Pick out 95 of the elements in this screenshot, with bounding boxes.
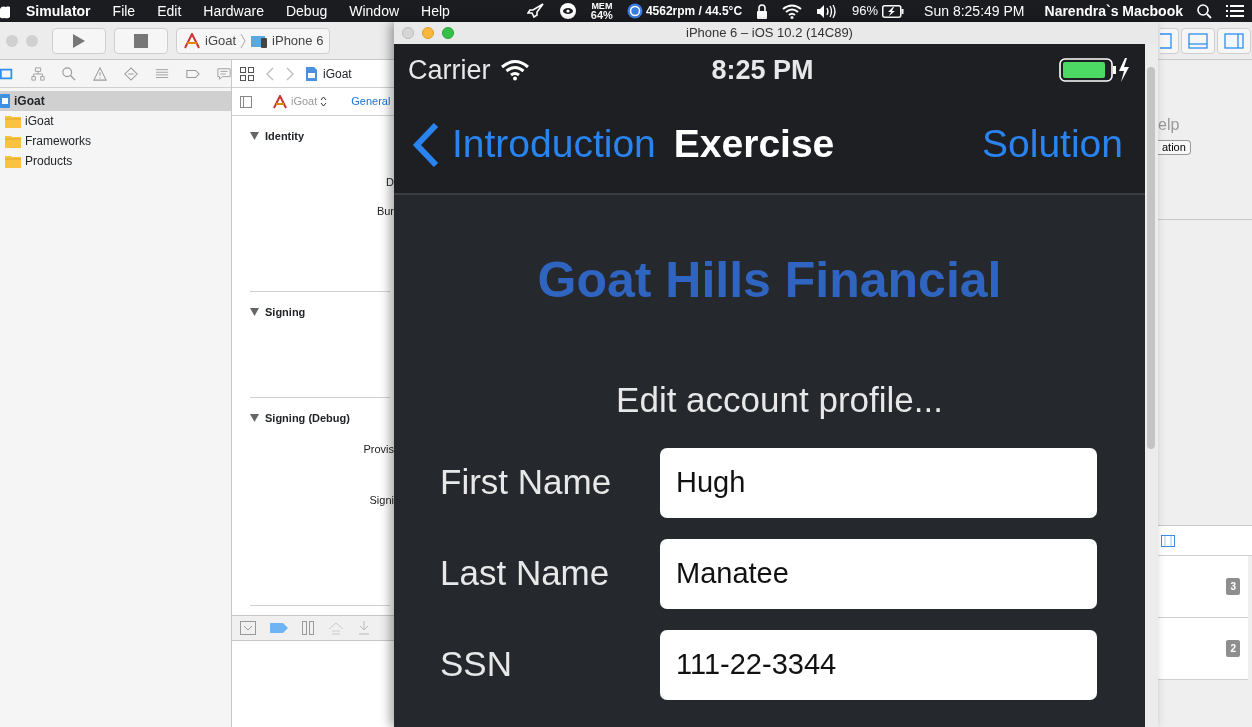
scrollbar-thumb[interactable]: [1147, 67, 1155, 449]
menu-item[interactable]: File: [112, 0, 136, 22]
help-text: elp: [1158, 116, 1181, 134]
memory-label: MEM: [591, 2, 613, 11]
field-label: First Name: [440, 461, 613, 504]
eye-icon[interactable]: [558, 2, 577, 20]
fan-reading: 4562rpm / 44.5°C: [645, 3, 743, 20]
tree-item[interactable]: iGoat: [0, 91, 231, 111]
solution-button[interactable]: Solution: [982, 115, 1123, 174]
field-label: SSN: [440, 643, 513, 686]
navigator-toggle-icon[interactable]: [1160, 32, 1172, 49]
menu-item[interactable]: Hardware: [203, 0, 264, 22]
subheading: Edit account profile...: [615, 379, 944, 421]
hide-debug-icon[interactable]: [240, 621, 256, 635]
app-heading: Goat Hills Financial: [536, 251, 1003, 310]
field-label: Provis: [362, 441, 394, 457]
device-name: iPhone 6: [272, 31, 324, 50]
rocket-icon[interactable]: [526, 3, 545, 19]
field-label: Bur: [375, 204, 394, 219]
sidebar-toggle-icon[interactable]: [240, 95, 252, 108]
wifi-icon: [500, 59, 529, 81]
memory-value: 64%: [590, 11, 613, 20]
stop-icon: [134, 33, 148, 48]
forward-icon[interactable]: [286, 66, 294, 81]
battery-icon: [1059, 57, 1131, 83]
app-icon: [272, 94, 288, 109]
folder-icon: [5, 134, 21, 148]
menu-item[interactable]: Edit: [157, 0, 182, 22]
inspector-toggle-icon[interactable]: [1224, 32, 1244, 49]
comment-icon[interactable]: [217, 65, 231, 82]
menu-icon[interactable]: [1226, 4, 1244, 18]
window-zoom-button[interactable]: [442, 27, 454, 39]
warning-icon[interactable]: [93, 65, 107, 82]
window-title: iPhone 6 – iOS 10.2 (14C89): [686, 24, 853, 43]
back-button[interactable]: Introduction: [412, 115, 656, 174]
field-label: Signi: [368, 493, 394, 508]
project-file-icon: [0, 94, 10, 108]
step-into-icon[interactable]: [358, 621, 370, 635]
tab[interactable]: General: [351, 93, 391, 110]
count-badge: 3: [1226, 578, 1240, 595]
window-close-button[interactable]: [402, 27, 414, 39]
stop-button[interactable]: [114, 27, 168, 54]
pause-icon[interactable]: [302, 621, 314, 635]
folder-icon: [5, 154, 21, 168]
battery-icon[interactable]: [882, 4, 905, 18]
breadcrumb[interactable]: iGoat: [306, 64, 352, 83]
battery-percent: 96%: [852, 2, 879, 21]
search-icon[interactable]: [1197, 3, 1212, 19]
app-menu[interactable]: Simulator: [26, 0, 91, 22]
test-icon[interactable]: [124, 65, 138, 82]
app-icon: [183, 32, 201, 49]
window-minimize-button[interactable]: [422, 27, 434, 39]
grid-icon[interactable]: [240, 66, 254, 81]
section-title: Signing (Debug): [265, 411, 350, 426]
debug-area-toggle-icon[interactable]: [1188, 32, 1208, 49]
breakpoint-icon[interactable]: [270, 622, 288, 634]
folder-icon: [5, 114, 21, 128]
library-icon[interactable]: [1161, 534, 1175, 547]
scheme-name: iGoat: [205, 31, 237, 50]
text-field[interactable]: 111-22-3344: [660, 629, 1097, 700]
back-icon[interactable]: [266, 66, 274, 81]
field-label: D: [385, 174, 394, 190]
field-label: Last Name: [440, 552, 611, 595]
fan-icon[interactable]: [626, 3, 643, 19]
hierarchy-icon[interactable]: [31, 65, 45, 82]
menu-item[interactable]: Window: [349, 0, 400, 22]
tree-item[interactable]: iGoat: [0, 111, 231, 131]
section-title: Identity: [265, 129, 305, 144]
section-title: Signing: [265, 305, 306, 320]
menu-item[interactable]: Help: [421, 0, 450, 22]
disclosure-triangle-icon[interactable]: [250, 132, 259, 141]
tree-item[interactable]: Products: [0, 151, 231, 171]
inspector-button[interactable]: ation: [1158, 140, 1191, 155]
play-icon: [72, 32, 86, 49]
tree-item[interactable]: Frameworks: [0, 131, 231, 151]
wifi-icon[interactable]: [782, 3, 803, 19]
disclosure-triangle-icon[interactable]: [250, 414, 259, 423]
back-chevron-icon: [412, 121, 440, 168]
run-button[interactable]: [52, 27, 106, 54]
chevron-icon: [240, 32, 247, 49]
stepper-icon: [320, 96, 328, 107]
nav-title: Exercise: [673, 121, 836, 168]
status-time: 8:25 PM: [711, 53, 815, 87]
menu-item[interactable]: Debug: [285, 0, 328, 22]
scheme-selector[interactable]: iGoat iPhone 6: [176, 27, 331, 54]
user-menu[interactable]: Narendra`s Macbook: [1044, 0, 1183, 22]
lock-icon[interactable]: [756, 3, 769, 19]
clock[interactable]: Sun 8:25:49 PM: [924, 0, 1025, 22]
volume-icon[interactable]: [816, 3, 839, 19]
carrier-label: Carrier: [408, 53, 491, 87]
text-field[interactable]: Manatee: [660, 538, 1097, 609]
text-field[interactable]: Hugh: [660, 447, 1097, 518]
file-icon: [306, 66, 317, 81]
count-badge: 2: [1226, 640, 1240, 657]
disclosure-triangle-icon[interactable]: [250, 308, 259, 317]
